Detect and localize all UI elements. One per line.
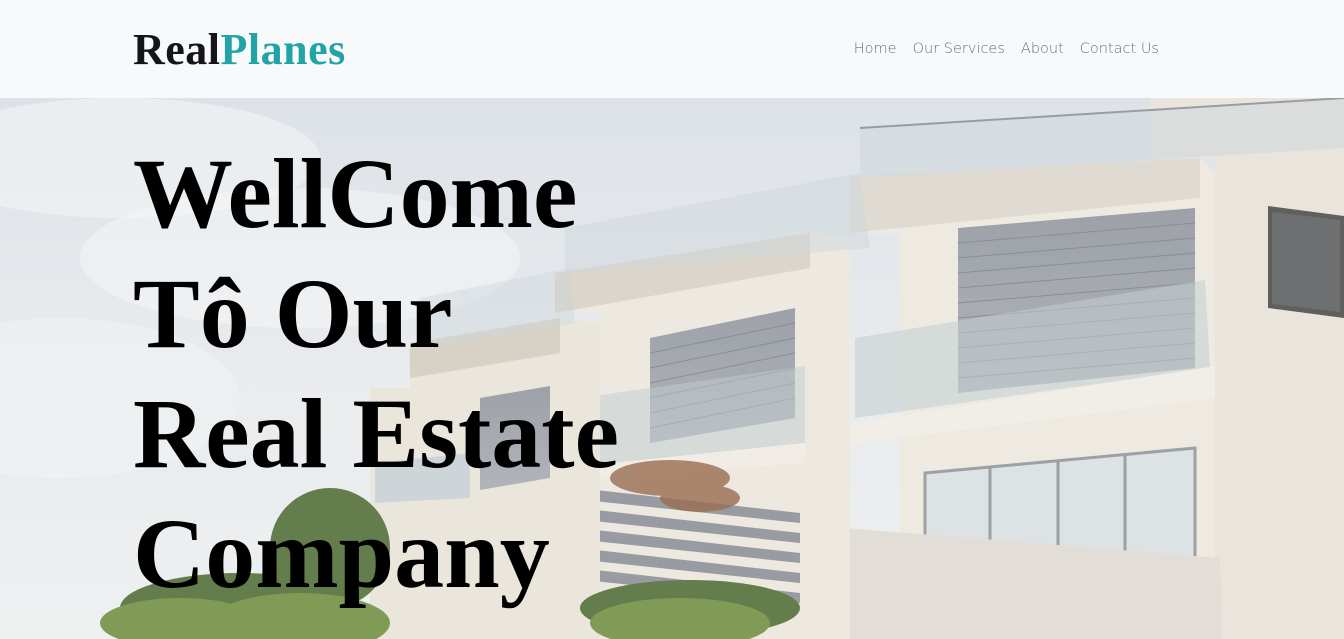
brand-name-part1: Real — [133, 25, 221, 74]
hero-section: WellCome Tô Our Real Estate Company — [0, 98, 1344, 639]
nav-services-link[interactable]: Our Services — [913, 41, 1005, 57]
nav-about-link[interactable]: About — [1021, 41, 1064, 57]
nav-contact-link[interactable]: Contact Us — [1080, 41, 1159, 57]
nav-menu: Home Our Services About Contact Us — [854, 38, 1159, 60]
brand-logo[interactable]: RealPlanes — [133, 24, 346, 76]
brand-name-part2: Planes — [220, 25, 346, 74]
hero-heading-line: WellCome — [133, 138, 578, 249]
hero-heading: WellCome Tô Our Real Estate Company — [133, 134, 833, 614]
hero-heading-line: Real Estate — [133, 378, 619, 489]
nav-home-link[interactable]: Home — [854, 41, 897, 57]
navbar: RealPlanes Home Our Services About Conta… — [0, 0, 1344, 98]
hero-heading-line: Tô Our — [133, 258, 453, 369]
hero-heading-line: Company — [133, 498, 550, 609]
